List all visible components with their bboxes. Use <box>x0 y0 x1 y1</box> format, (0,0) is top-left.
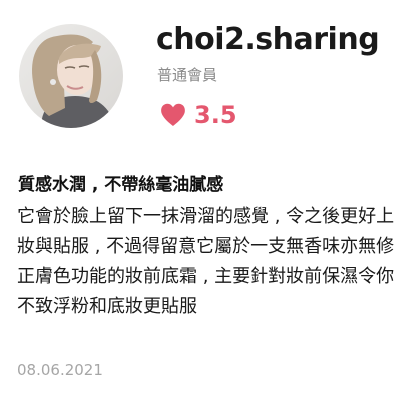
username[interactable]: choi2.sharing <box>156 22 380 57</box>
avatar-photo <box>19 24 123 128</box>
rating-value: 3.5 <box>194 101 237 129</box>
review-title: 質感水潤 , 不帶絲毫油膩感 <box>18 175 224 195</box>
member-level-badge: 普通會員 <box>157 66 218 84</box>
heart-icon <box>161 103 185 126</box>
avatar[interactable] <box>19 24 123 128</box>
review-body: 它會於臉上留下一抹滑溜的感覺 , 令之後更好上妝與貼服 , 不過得留意它屬於一支… <box>17 206 395 317</box>
review-date: 08.06.2021 <box>17 361 103 379</box>
review-card: choi2.sharing 普通會員 3.5 質感水潤 , 不帶絲毫油膩感 它會… <box>0 0 409 408</box>
rating: 3.5 <box>160 99 237 131</box>
